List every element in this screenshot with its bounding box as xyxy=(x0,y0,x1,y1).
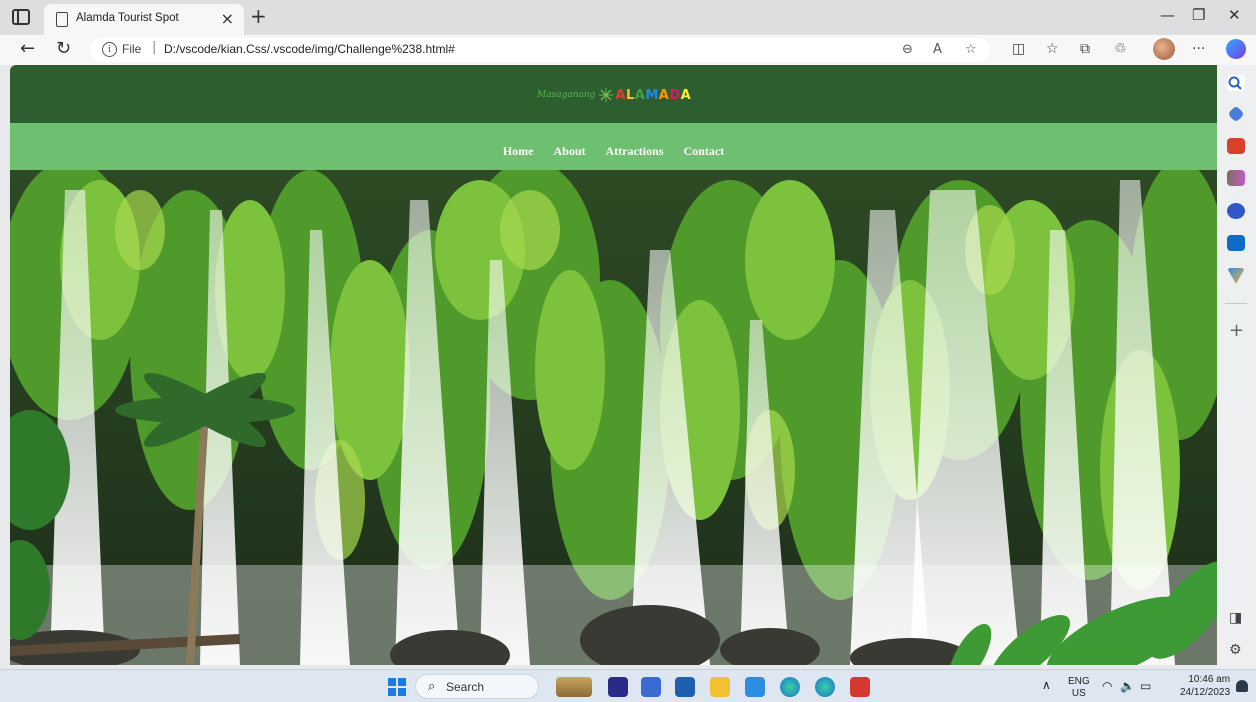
site-logo[interactable]: Masaganang ALAMADA xyxy=(537,85,691,105)
nav-link-about[interactable]: About xyxy=(543,144,595,158)
address-separator: | xyxy=(152,40,157,55)
battery-icon[interactable]: ▭ xyxy=(1140,679,1151,693)
address-bar[interactable]: i File | D:/vscode/kian.Css/.vscode/img/… xyxy=(90,38,990,62)
nav-link-contact[interactable]: Contact xyxy=(673,144,734,158)
volume-icon[interactable]: 🔈 xyxy=(1120,679,1135,693)
collections-icon[interactable]: ⧉ xyxy=(1080,41,1090,57)
settings-gear-icon[interactable]: ⚙ xyxy=(1229,642,1242,658)
nav-item-attractions: Attractions xyxy=(596,140,674,159)
page-favicon-icon xyxy=(56,12,68,27)
language-region: US xyxy=(1071,688,1086,699)
minimize-icon[interactable]: — xyxy=(1160,6,1175,24)
shopping-tag-icon[interactable] xyxy=(1227,105,1245,123)
notification-bell-icon[interactable] xyxy=(1236,680,1248,692)
browser-tab-bar: Alamda Tourist Spot × + — ❐ ✕ xyxy=(0,0,1256,35)
logo-flower-icon xyxy=(599,88,614,102)
app-pinned-icon[interactable] xyxy=(608,677,628,697)
site-header: Masaganang ALAMADA xyxy=(10,65,1217,123)
site-navigation: Home About Attractions Contact xyxy=(10,123,1217,170)
logo-letter: L xyxy=(625,87,635,103)
drop-icon[interactable] xyxy=(1227,268,1245,284)
add-sidebar-app-icon[interactable]: + xyxy=(1229,320,1244,341)
hide-sidebar-icon[interactable]: ◨ xyxy=(1229,610,1242,626)
nav-item-home: Home xyxy=(493,140,544,159)
logo-word: ALAMADA xyxy=(615,88,691,103)
nav-list: Home About Attractions Contact xyxy=(493,123,734,159)
taskbar-search[interactable]: ⌕ Search xyxy=(415,674,539,699)
extensions-icon[interactable]: ♲ xyxy=(1114,41,1127,57)
close-tab-icon[interactable]: × xyxy=(221,9,234,28)
logo-letter: A xyxy=(658,87,670,103)
wifi-icon[interactable]: ◠ xyxy=(1102,679,1112,693)
web-page: Masaganang ALAMADA Home About Attraction… xyxy=(10,65,1217,665)
close-window-icon[interactable]: ✕ xyxy=(1228,6,1241,24)
logo-letter: A xyxy=(615,87,626,103)
zoom-icon[interactable]: ⊖ xyxy=(902,42,913,57)
outlook-icon[interactable] xyxy=(1227,235,1245,251)
windows-start-icon[interactable] xyxy=(388,678,406,696)
tools-briefcase-icon[interactable] xyxy=(1227,138,1245,154)
edge-icon[interactable] xyxy=(780,677,800,697)
logo-letter: M xyxy=(645,87,659,103)
show-hidden-icons-icon[interactable]: ∧ xyxy=(1042,678,1051,692)
nav-item-about: About xyxy=(543,140,595,159)
language-code: ENG xyxy=(1068,676,1090,687)
games-icon[interactable] xyxy=(1227,170,1245,186)
logo-letter: A xyxy=(634,87,646,103)
clock[interactable]: 10:46 am 24/12/2023 xyxy=(1180,673,1230,699)
logo-letter: D xyxy=(669,87,681,103)
browser-sidebar: + ◨ ⚙ xyxy=(1217,65,1256,669)
wps-office-icon[interactable] xyxy=(850,677,870,697)
browser-toolbar: ← ↻ i File | D:/vscode/kian.Css/.vscode/… xyxy=(0,35,1256,65)
logo-script-text: Masaganang xyxy=(537,90,596,100)
nav-item-contact: Contact xyxy=(673,140,734,159)
search-icon: ⌕ xyxy=(428,679,436,694)
favorites-icon[interactable]: ☆ xyxy=(1046,41,1059,57)
mail-icon[interactable] xyxy=(675,677,695,697)
widgets-icon[interactable] xyxy=(556,677,592,697)
favorite-star-icon[interactable]: ☆ xyxy=(965,42,977,57)
vscode-icon[interactable] xyxy=(745,677,765,697)
restore-icon[interactable]: ❐ xyxy=(1192,6,1205,24)
language-indicator[interactable]: ENG US xyxy=(1068,676,1090,700)
refresh-icon[interactable]: ↻ xyxy=(56,38,71,59)
info-icon[interactable]: i xyxy=(102,42,117,57)
copilot-icon[interactable] xyxy=(1226,39,1246,59)
read-aloud-icon[interactable]: A xyxy=(933,42,942,57)
search-icon[interactable] xyxy=(1227,75,1245,91)
nav-link-attractions[interactable]: Attractions xyxy=(596,144,674,158)
split-screen-icon[interactable]: ◫ xyxy=(1012,41,1025,57)
file-explorer-icon[interactable] xyxy=(710,677,730,697)
profile-avatar[interactable] xyxy=(1153,38,1175,60)
back-icon[interactable]: ← xyxy=(20,38,35,59)
hero-waterfall-image xyxy=(10,170,1217,665)
clock-time: 10:46 am xyxy=(1188,674,1231,685)
clock-date: 24/12/2023 xyxy=(1180,687,1231,698)
url-text[interactable]: D:/vscode/kian.Css/.vscode/img/Challenge… xyxy=(164,42,455,56)
store-icon[interactable] xyxy=(641,677,661,697)
microsoft-365-icon[interactable] xyxy=(1227,203,1245,219)
browser-tab[interactable]: Alamda Tourist Spot × xyxy=(44,4,244,35)
address-scheme-label: File xyxy=(122,42,142,56)
windows-taskbar: ⌕ Search ∧ ENG US ◠ 🔈 ▭ 10:46 am 24/12/2… xyxy=(0,669,1256,702)
taskbar-search-label: Search xyxy=(446,680,485,694)
nav-link-home[interactable]: Home xyxy=(493,144,544,158)
new-tab-icon[interactable]: + xyxy=(250,4,267,28)
sidebar-divider xyxy=(1225,303,1247,304)
edge-active-icon[interactable] xyxy=(815,677,835,697)
tab-actions-icon[interactable] xyxy=(12,9,30,25)
tab-title: Alamda Tourist Spot xyxy=(76,12,179,24)
logo-letter: A xyxy=(680,87,692,103)
more-menu-icon[interactable]: ··· xyxy=(1192,41,1205,57)
